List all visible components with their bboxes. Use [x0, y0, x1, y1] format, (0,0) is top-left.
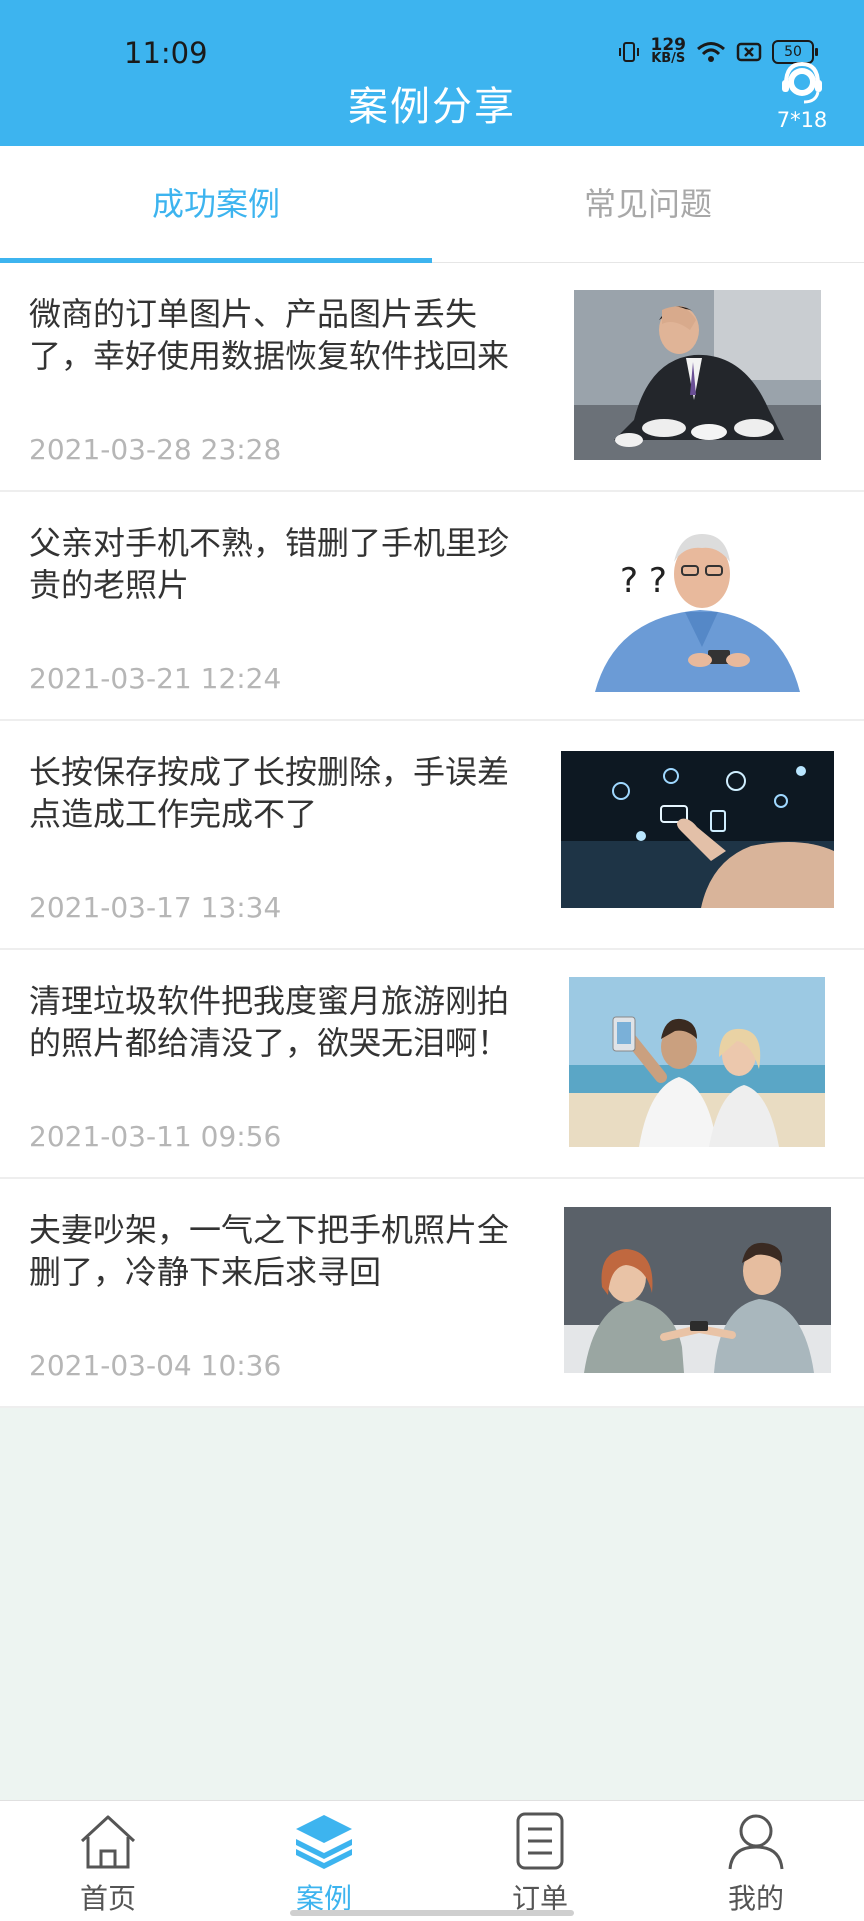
arguing-couple-photo [564, 1207, 831, 1373]
case-title: 夫妻吵架，一气之下把手机照片全删了，冷静下来后求寻回 [29, 1211, 510, 1291]
tab-bar: 成功案例 常见问题 [0, 146, 864, 263]
profile-icon [728, 1814, 784, 1870]
wifi-icon [697, 42, 725, 62]
case-date: 2021-03-11 09:56 [29, 1120, 282, 1153]
case-title: 长按保存按成了长按删除，手误差点造成工作完成不了 [29, 753, 510, 833]
tab-faq[interactable]: 常见问题 [432, 146, 864, 262]
nav-home-label: 首页 [79, 1882, 136, 1915]
nav-profile-label: 我的 [727, 1882, 784, 1915]
case-list: 微商的订单图片、产品图片丢失了，幸好使用数据恢复软件找回来 2021-03-28… [0, 263, 864, 1408]
status-time: 11:09 [124, 36, 208, 70]
network-speed: 129 KB/S [650, 35, 687, 66]
nav-cases[interactable]: 案例 [264, 1811, 384, 1917]
bottom-navigation: 首页 案例 订单 我的 [0, 1800, 864, 1921]
case-title: 父亲对手机不熟，错删了手机里珍贵的老照片 [29, 524, 510, 604]
nav-orders[interactable]: 订单 [480, 1811, 600, 1917]
list-item[interactable]: 长按保存按成了长按删除，手误差点造成工作完成不了 2021-03-17 13:3… [0, 721, 864, 950]
nav-profile[interactable]: 我的 [696, 1811, 816, 1917]
list-item[interactable]: 微商的订单图片、产品图片丢失了，幸好使用数据恢复软件找回来 2021-03-28… [0, 263, 864, 492]
list-item[interactable]: 父亲对手机不熟，错删了手机里珍贵的老照片 2021-03-21 12:24 ? … [0, 492, 864, 721]
app-header: 11:09 129 KB/S 50 案例分享 7*18 [0, 0, 864, 146]
case-title: 微商的订单图片、产品图片丢失了，幸好使用数据恢复软件找回来 [29, 295, 510, 375]
customer-service-button[interactable]: 7*18 [770, 60, 834, 132]
case-date: 2021-03-17 13:34 [29, 891, 282, 924]
order-list-icon [516, 1812, 564, 1870]
vibrate-icon [618, 42, 639, 62]
support-hours-label: 7*18 [776, 108, 828, 132]
layers-icon [296, 1815, 352, 1869]
svg-text:? ?: ? ? [620, 561, 667, 601]
case-date: 2021-03-04 10:36 [29, 1349, 282, 1382]
case-date: 2021-03-28 23:28 [29, 433, 282, 466]
page-title: 案例分享 [348, 84, 516, 130]
list-item[interactable]: 清理垃圾软件把我度蜜月旅游刚拍的照片都给清没了，欲哭无泪啊！ 2021-03-1… [0, 950, 864, 1179]
home-gesture-bar[interactable] [290, 1910, 574, 1916]
nav-home[interactable]: 首页 [48, 1811, 168, 1917]
list-item[interactable]: 夫妻吵架，一气之下把手机照片全删了，冷静下来后求寻回 2021-03-04 10… [0, 1179, 864, 1408]
case-title: 清理垃圾软件把我度蜜月旅游刚拍的照片都给清没了，欲哭无泪啊！ [29, 982, 510, 1062]
confused-elderly-man-photo: ? ? [590, 522, 805, 692]
tab-success-cases[interactable]: 成功案例 [0, 146, 432, 262]
couple-beach-selfie-photo [569, 977, 825, 1147]
headset-icon [782, 61, 822, 104]
home-icon [80, 1815, 136, 1869]
touchscreen-apps-photo [561, 751, 834, 908]
case-date: 2021-03-21 12:24 [29, 662, 282, 695]
sim-icon [736, 42, 762, 62]
stressed-businessman-photo [574, 290, 821, 460]
